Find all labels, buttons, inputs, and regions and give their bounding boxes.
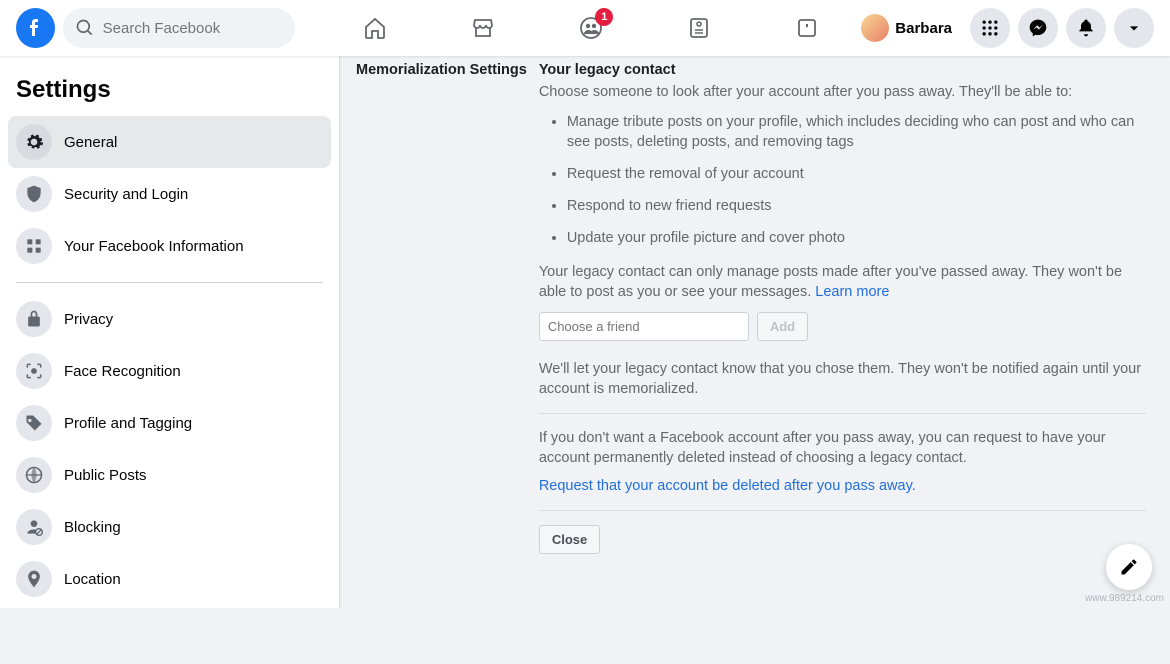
bell-icon [1076, 18, 1096, 38]
delete-info-text: If you don't want a Facebook account aft… [539, 428, 1146, 468]
sidebar-item-profile-tagging[interactable]: Profile and Tagging [8, 397, 331, 449]
center-tabs: 1 [325, 4, 857, 52]
list-item: Respond to new friend requests [567, 196, 1146, 216]
info-grid-icon [16, 228, 52, 264]
marketplace-tab[interactable] [433, 4, 533, 52]
close-button[interactable]: Close [539, 525, 600, 554]
watermark: www.989214.com [1085, 593, 1164, 604]
divider [539, 510, 1146, 511]
account-dropdown-button[interactable] [1114, 8, 1154, 48]
sidebar-item-label: Your Facebook Information [64, 238, 244, 255]
face-icon [16, 353, 52, 389]
facebook-logo[interactable] [16, 8, 55, 48]
sidebar-item-location[interactable]: Location [8, 553, 331, 605]
compose-fab[interactable] [1106, 544, 1152, 590]
sidebar-item-label: Blocking [64, 519, 121, 536]
notifications-button[interactable] [1066, 8, 1106, 48]
search-box[interactable] [63, 8, 296, 48]
shield-icon [16, 176, 52, 212]
intro-text: Choose someone to look after your accoun… [539, 82, 1146, 102]
panel-heading: Your legacy contact [539, 62, 1146, 78]
block-icon [16, 509, 52, 545]
sidebar-item-label: Security and Login [64, 186, 188, 203]
profile-chip[interactable]: Barbara [857, 10, 962, 46]
lock-icon [16, 301, 52, 337]
legacy-contact-panel: Your legacy contact Choose someone to lo… [539, 62, 1146, 554]
sidebar-divider [16, 282, 323, 283]
divider [539, 413, 1146, 414]
top-navigation: 1 Barbara [0, 0, 1170, 56]
tag-icon [16, 405, 52, 441]
sidebar-item-security[interactable]: Security and Login [8, 168, 331, 220]
list-item: Request the removal of your account [567, 164, 1146, 184]
choose-friend-row: Add [539, 312, 1146, 341]
sidebar-item-public-posts[interactable]: Public Posts [8, 449, 331, 501]
search-icon [75, 18, 95, 38]
sidebar-item-label: Profile and Tagging [64, 415, 192, 432]
list-item: Manage tribute posts on your profile, wh… [567, 112, 1146, 152]
request-delete-link[interactable]: Request that your account be deleted aft… [539, 478, 1146, 494]
location-icon [16, 561, 52, 597]
grid-icon [980, 18, 1000, 38]
marketplace-icon [471, 16, 495, 40]
news-tab[interactable] [649, 4, 749, 52]
gear-icon [16, 124, 52, 160]
user-name-label: Barbara [895, 20, 952, 37]
settings-sidebar: Settings General Security and Login Your… [0, 56, 340, 608]
edit-icon [1119, 557, 1139, 577]
notify-text: We'll let your legacy contact know that … [539, 359, 1146, 399]
sidebar-item-your-info[interactable]: Your Facebook Information [8, 220, 331, 272]
right-nav: Barbara [857, 8, 1154, 48]
sidebar-item-label: Location [64, 571, 121, 588]
sidebar-item-privacy[interactable]: Privacy [8, 293, 331, 345]
choose-friend-input[interactable] [539, 312, 749, 341]
sidebar-item-label: Public Posts [64, 467, 147, 484]
capability-list: Manage tribute posts on your profile, wh… [539, 112, 1146, 248]
sidebar-item-blocking[interactable]: Blocking [8, 501, 331, 553]
list-item: Update your profile picture and cover ph… [567, 228, 1146, 248]
sidebar-item-label: General [64, 134, 117, 151]
bookmark-icon [795, 16, 819, 40]
groups-badge: 1 [595, 8, 613, 26]
learn-more-link[interactable]: Learn more [815, 284, 889, 300]
main-content: Memorialization Settings Your legacy con… [340, 56, 1170, 578]
messenger-icon [1028, 18, 1048, 38]
sidebar-item-general[interactable]: General [8, 116, 331, 168]
globe-icon [16, 457, 52, 493]
add-button[interactable]: Add [757, 312, 808, 341]
sidebar-title: Settings [8, 72, 331, 116]
caret-down-icon [1124, 18, 1144, 38]
news-icon [687, 16, 711, 40]
home-icon [363, 16, 387, 40]
section-label: Memorialization Settings [356, 62, 527, 78]
facebook-f-icon [23, 16, 47, 40]
sidebar-item-label: Face Recognition [64, 363, 181, 380]
groups-tab[interactable]: 1 [541, 4, 641, 52]
menu-grid-button[interactable] [970, 8, 1010, 48]
note-text: Your legacy contact can only manage post… [539, 262, 1146, 302]
sidebar-item-label: Privacy [64, 311, 113, 328]
search-input[interactable] [103, 20, 273, 37]
bookmark-tab[interactable] [757, 4, 857, 52]
sidebar-item-face-recognition[interactable]: Face Recognition [8, 345, 331, 397]
home-tab[interactable] [325, 4, 425, 52]
messenger-button[interactable] [1018, 8, 1058, 48]
avatar [861, 14, 889, 42]
